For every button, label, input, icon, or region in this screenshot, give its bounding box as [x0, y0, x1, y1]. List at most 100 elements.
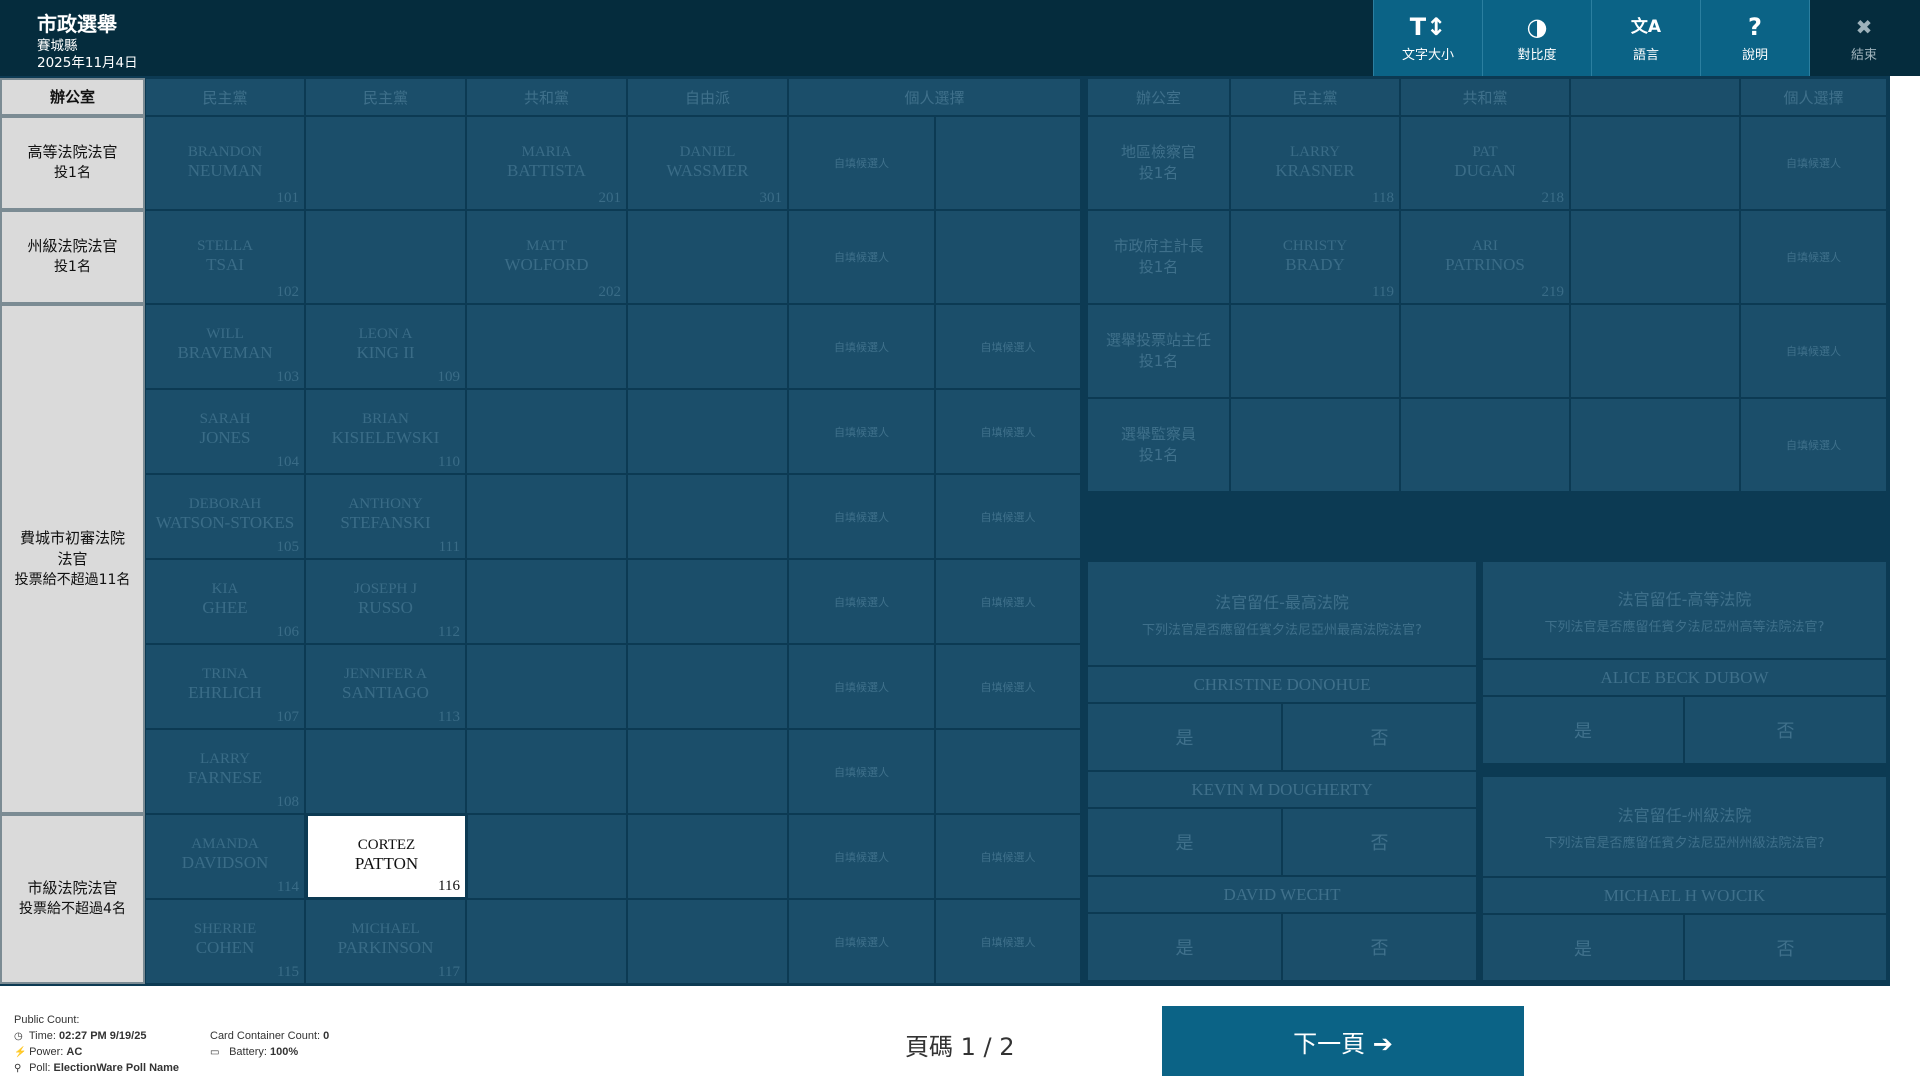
- candidate-patrinos[interactable]: ARI PATRINOS 219: [1400, 210, 1570, 304]
- candidate-patton-selected[interactable]: CORTEZ PATTON 116: [306, 814, 467, 899]
- card-count-value: 0: [323, 1030, 330, 1042]
- candidate-parkinson[interactable]: MICHAEL PARKINSON 117: [305, 899, 466, 984]
- office-city-controller: 市政府主計長 投1名: [1087, 210, 1230, 304]
- office-commonwealth-court: 州級法院法官 投1名: [0, 210, 145, 304]
- office-common-pleas-court: 費城市初審法院法官 投票給不超過11名: [0, 304, 145, 814]
- candidate-first-name: JOSEPH J: [354, 581, 417, 597]
- candidate-farnese[interactable]: LARRY FARNESE 108: [145, 729, 305, 814]
- write-in-button[interactable]: 自填候選人: [788, 474, 935, 559]
- no-button[interactable]: 否: [1684, 914, 1887, 981]
- candidate-wolford[interactable]: MATT WOLFORD 202: [466, 210, 627, 304]
- candidate-davidson[interactable]: AMANDA DAVIDSON 114: [145, 814, 305, 899]
- battery-icon: ▭: [210, 1047, 220, 1058]
- write-in-button[interactable]: 自填候選人: [935, 389, 1081, 474]
- candidate-last-name: NEUMAN: [187, 161, 263, 180]
- write-in-button[interactable]: 自填候選人: [1740, 304, 1887, 398]
- write-in-button[interactable]: 自填候選人: [935, 559, 1081, 644]
- write-in-button[interactable]: 自填候選人: [1740, 210, 1887, 304]
- office-name: 選舉監察員: [1120, 425, 1196, 443]
- write-in-button[interactable]: 自填候選人: [1740, 398, 1887, 492]
- candidate-last-name: FARNESE: [187, 768, 263, 787]
- candidate-wassmer[interactable]: DANIEL WASSMER 301: [627, 116, 788, 210]
- candidate-neuman[interactable]: BRANDON NEUMAN 101: [145, 116, 305, 210]
- candidate-first-name: DANIEL: [679, 144, 736, 160]
- write-in-button[interactable]: 自填候選人: [788, 389, 935, 474]
- write-in-button[interactable]: 自填候選人: [788, 304, 935, 389]
- empty-cell: [467, 814, 627, 899]
- write-in-button[interactable]: 自填候選人: [935, 814, 1081, 899]
- write-in-button[interactable]: 自填候選人: [788, 210, 935, 304]
- candidate-ghee[interactable]: KIA GHEE 106: [145, 559, 305, 644]
- candidate-number: 117: [438, 964, 460, 980]
- no-button[interactable]: 否: [1282, 808, 1477, 876]
- candidate-kisielewski[interactable]: BRIAN KISIELEWSKI 110: [305, 389, 466, 474]
- yes-button[interactable]: 是: [1087, 913, 1282, 981]
- candidate-cohen[interactable]: SHERRIE COHEN 115: [145, 899, 305, 984]
- party-header-libertarian: 自由派: [627, 78, 788, 116]
- candidate-russo[interactable]: JOSEPH J RUSSO 112: [305, 559, 466, 644]
- judge-name: ALICE BECK DUBOW: [1482, 659, 1887, 696]
- yes-button[interactable]: 是: [1087, 808, 1282, 876]
- candidate-krasner[interactable]: LARRY KRASNER 118: [1230, 116, 1400, 210]
- candidate-battista[interactable]: MARIA BATTISTA 201: [466, 116, 627, 210]
- candidate-first-name: CORTEZ: [357, 837, 416, 853]
- write-in-button[interactable]: 自填候選人: [935, 304, 1081, 389]
- candidate-last-name: BATTISTA: [507, 161, 586, 180]
- close-icon: ✖: [1855, 15, 1873, 39]
- candidate-jones[interactable]: SARAH JONES 104: [145, 389, 305, 474]
- vote-rule: 投1名: [1138, 258, 1179, 276]
- candidate-number: 108: [276, 794, 300, 810]
- text-size-label: 文字大小: [1401, 48, 1454, 63]
- write-in-button[interactable]: 自填候選人: [1740, 116, 1887, 210]
- office-column-header: 辦公室: [0, 78, 145, 116]
- yes-button[interactable]: 是: [1482, 696, 1684, 764]
- contrast-button[interactable]: ◑ 對比度: [1482, 0, 1591, 76]
- candidate-tsai[interactable]: STELLA TSAI 102: [145, 210, 305, 304]
- candidate-king[interactable]: LEON A KING II 109: [305, 304, 466, 389]
- yes-button[interactable]: 是: [1087, 703, 1282, 771]
- retention-supreme-header: 法官留任-最高法院 下列法官是否應留任賓夕法尼亞州最高法院法官?: [1087, 561, 1477, 666]
- exit-button[interactable]: ✖ 結束: [1809, 0, 1918, 76]
- write-in-button[interactable]: 自填候選人: [935, 474, 1081, 559]
- empty-cell: [627, 210, 788, 304]
- candidate-first-name: MICHAEL: [351, 921, 420, 937]
- no-button[interactable]: 否: [1282, 913, 1477, 981]
- candidate-braveman[interactable]: WILL BRAVEMAN 103: [145, 304, 305, 389]
- office-column-header: 辦公室: [1087, 78, 1230, 116]
- candidate-number: 111: [438, 539, 460, 555]
- write-in-button[interactable]: 自填候選人: [788, 559, 935, 644]
- write-in-button[interactable]: 自填候選人: [788, 899, 935, 984]
- candidate-number: 116: [438, 878, 460, 894]
- candidate-first-name: JENNIFER A: [344, 666, 427, 682]
- candidate-first-name: LARRY: [1289, 144, 1340, 160]
- candidate-brady[interactable]: CHRISTY BRADY 119: [1230, 210, 1400, 304]
- write-in-button[interactable]: 自填候選人: [935, 899, 1081, 984]
- write-in-button[interactable]: 自填候選人: [788, 814, 935, 899]
- candidate-santiago[interactable]: JENNIFER A SANTIAGO 113: [305, 644, 466, 729]
- candidate-number: 105: [276, 539, 300, 555]
- candidate-ehrlich[interactable]: TRINA EHRLICH 107: [145, 644, 305, 729]
- next-page-button[interactable]: 下一頁 ➔: [1162, 1006, 1524, 1076]
- poll-value: ElectionWare Poll Name: [53, 1062, 180, 1074]
- yes-button[interactable]: 是: [1482, 914, 1684, 981]
- candidate-watson-stokes[interactable]: DEBORAH WATSON-STOKES 105: [145, 474, 305, 559]
- no-button[interactable]: 否: [1684, 696, 1887, 764]
- write-in-button[interactable]: 自填候選人: [788, 644, 935, 729]
- retention-question: 下列法官是否應留任賓夕法尼亞州高等法院法官?: [1544, 619, 1825, 635]
- poll-status: ⚲ Poll: ElectionWare Poll Name: [14, 1062, 179, 1074]
- no-button[interactable]: 否: [1282, 703, 1477, 771]
- language-button[interactable]: 文A 語言: [1591, 0, 1700, 76]
- empty-cell: [466, 304, 627, 389]
- write-in-button[interactable]: 自填候選人: [935, 644, 1081, 729]
- candidate-first-name: KIA: [211, 581, 239, 597]
- candidate-number: 301: [759, 190, 783, 206]
- text-size-button[interactable]: T↕ 文字大小: [1373, 0, 1482, 76]
- office-municipal-court: 市級法院法官 投票給不超過4名: [0, 814, 145, 984]
- candidate-dugan[interactable]: PAT DUGAN 218: [1400, 116, 1570, 210]
- party-header-blank: [1570, 78, 1740, 116]
- contrast-icon: ◑: [1526, 13, 1548, 41]
- write-in-button[interactable]: 自填候選人: [788, 729, 935, 814]
- help-button[interactable]: ? 說明: [1700, 0, 1809, 76]
- candidate-stefanski[interactable]: ANTHONY STEFANSKI 111: [305, 474, 466, 559]
- write-in-button[interactable]: 自填候選人: [788, 116, 935, 210]
